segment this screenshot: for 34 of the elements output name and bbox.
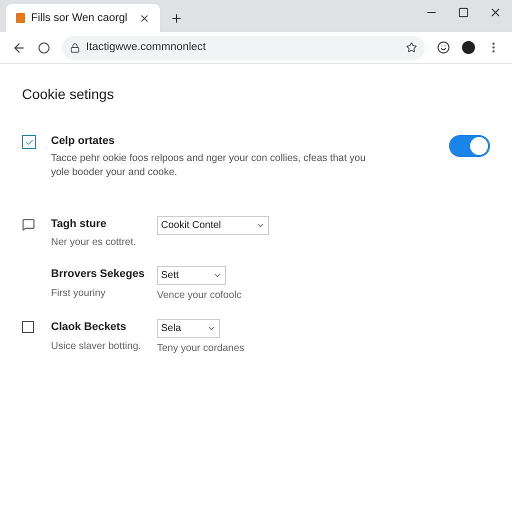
- address-bar[interactable]: Itactigwwe.commnonlect: [62, 36, 425, 60]
- setting-hint: Vence your cofoolc: [157, 289, 242, 303]
- extension-icon[interactable]: [437, 41, 450, 54]
- setting-title: Tagh sture: [51, 216, 108, 232]
- setting-title: Claok Beckets: [51, 320, 128, 335]
- profile-icon[interactable]: [462, 41, 475, 54]
- close-icon[interactable]: [139, 12, 150, 24]
- dropdown[interactable]: Cookit Contel: [157, 216, 269, 234]
- setting-title: Celp ortates: [51, 134, 116, 149]
- setting-description: Tacce pehr ookie foos relpoos and nger your con collies, cfeas that you yole booder your and cooke.: [51, 152, 367, 180]
- tab-title: Fills sor Wen caorgl: [31, 10, 128, 26]
- dropdown[interactable]: Sela: [157, 319, 220, 338]
- favicon-icon: [16, 13, 25, 23]
- new-tab-icon[interactable]: [170, 12, 183, 25]
- checkbox[interactable]: [22, 321, 34, 333]
- url-text: Itactigwwe.commnonlect: [86, 40, 207, 56]
- lock-icon: [70, 42, 80, 52]
- setting-title: Brrovers Sekeges: [51, 267, 146, 282]
- browser-tab[interactable]: Fills sor Wen caorgl: [6, 4, 160, 32]
- star-icon[interactable]: [406, 42, 417, 53]
- chat-icon: [22, 218, 35, 230]
- reload-icon[interactable]: [38, 42, 50, 54]
- back-icon[interactable]: [12, 40, 26, 54]
- chevron-icon: [207, 324, 216, 333]
- setting-subtitle: First youriny: [51, 286, 106, 300]
- setting-subtitle: Usice slaver botting.: [51, 340, 142, 354]
- toggle-switch[interactable]: [449, 135, 490, 157]
- close-icon[interactable]: [489, 6, 502, 19]
- maximize-icon[interactable]: [458, 7, 469, 18]
- chevron-icon: [213, 271, 222, 280]
- setting-hint: Teny your cordanes: [157, 342, 244, 356]
- setting-subtitle: Ner your es cottret.: [51, 236, 138, 250]
- dropdown[interactable]: Sett: [157, 266, 226, 285]
- page-heading: Cookie setings: [22, 85, 115, 104]
